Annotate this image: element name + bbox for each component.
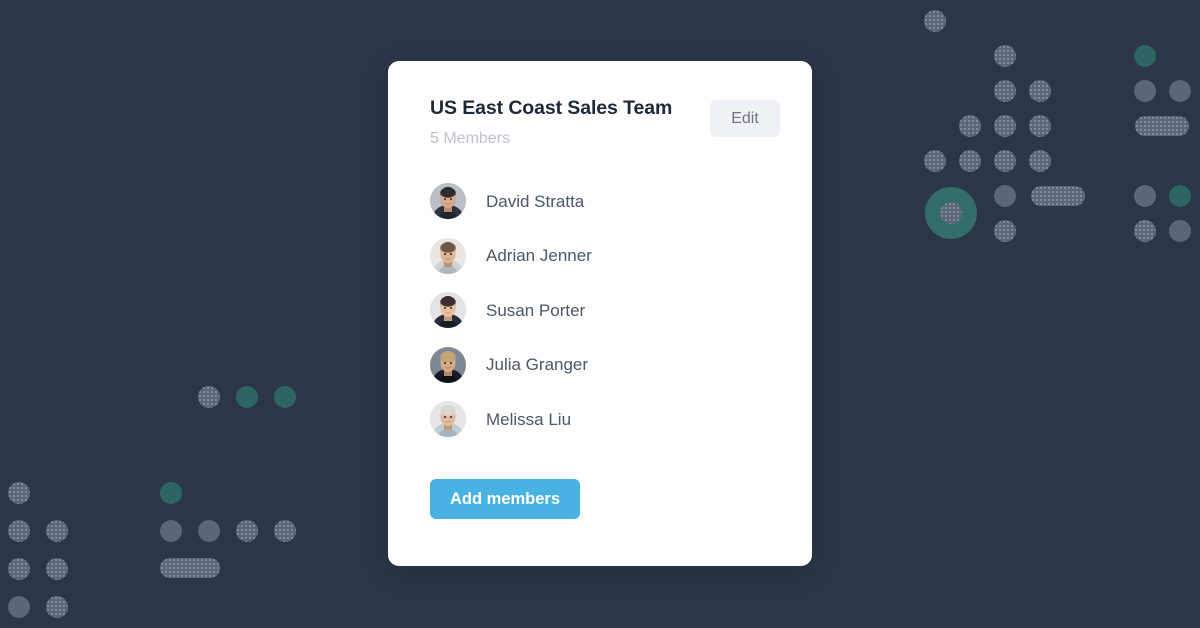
- decoration-dot: [1029, 150, 1051, 172]
- decoration-dot: [46, 520, 68, 542]
- decoration-dot: [274, 386, 296, 408]
- decoration-dot: [274, 520, 296, 542]
- decoration-dot: [198, 386, 220, 408]
- decoration-dot: [236, 520, 258, 542]
- decoration-dot: [160, 482, 182, 504]
- member-name: Susan Porter: [486, 300, 586, 320]
- list-item[interactable]: David Stratta: [430, 183, 780, 219]
- decoration-dot: [994, 220, 1016, 242]
- decoration-pill: [1031, 186, 1085, 206]
- decoration-dot: [924, 10, 946, 32]
- team-card: US East Coast Sales Team 5 Members Edit …: [388, 61, 812, 566]
- decoration-dot: [46, 596, 68, 618]
- decoration-dot: [1169, 220, 1191, 242]
- decoration-dot: [994, 185, 1016, 207]
- card-header: US East Coast Sales Team 5 Members Edit: [430, 97, 780, 149]
- avatar: [430, 401, 466, 437]
- decoration-dot: [8, 596, 30, 618]
- decoration-dot: [924, 150, 946, 172]
- list-item[interactable]: Susan Porter: [430, 292, 780, 328]
- member-name: David Stratta: [486, 191, 585, 211]
- decoration-dot: [994, 45, 1016, 67]
- decoration-dot: [1134, 185, 1156, 207]
- decoration-dot: [1169, 80, 1191, 102]
- decoration-dot: [1134, 220, 1156, 242]
- decoration-dot: [959, 115, 981, 137]
- decoration-dot: [994, 80, 1016, 102]
- decoration-dot: [959, 150, 981, 172]
- member-name: Adrian Jenner: [486, 246, 592, 265]
- decoration-ring-center: [940, 202, 962, 224]
- decoration-pill: [160, 558, 220, 578]
- decoration-dot: [1029, 80, 1051, 102]
- avatar: [430, 292, 466, 328]
- decoration-dot: [994, 150, 1016, 172]
- avatar: [430, 346, 466, 383]
- decoration-dot: [8, 520, 30, 542]
- list-item[interactable]: Adrian Jenner: [430, 237, 780, 274]
- decoration-dot: [236, 386, 258, 408]
- member-name: Melissa Liu: [486, 409, 572, 429]
- page-background: US East Coast Sales Team 5 Members Edit …: [0, 0, 1200, 628]
- decoration-dot: [8, 558, 30, 580]
- decoration-dot: [994, 115, 1016, 137]
- decoration-ring: [925, 187, 977, 239]
- member-name: Julia Granger: [486, 355, 589, 374]
- member-list: David Stratta Adrian Jenner Susan Porter…: [430, 183, 780, 456]
- avatar: [430, 237, 466, 274]
- add-members-button[interactable]: Add members: [430, 479, 581, 519]
- decoration-pill: [1135, 116, 1189, 136]
- decoration-dot: [1134, 80, 1156, 102]
- decoration-dot: [1134, 45, 1156, 67]
- decoration-dot: [46, 558, 68, 580]
- decoration-dot: [198, 520, 220, 542]
- list-item[interactable]: Melissa Liu: [430, 401, 780, 437]
- avatar: [430, 183, 466, 219]
- decoration-dot: [8, 482, 30, 504]
- decoration-dot: [160, 520, 182, 542]
- edit-button[interactable]: Edit: [710, 100, 780, 137]
- decoration-dot: [1029, 115, 1051, 137]
- list-item[interactable]: Julia Granger: [430, 346, 780, 383]
- decoration-dot: [1169, 185, 1191, 207]
